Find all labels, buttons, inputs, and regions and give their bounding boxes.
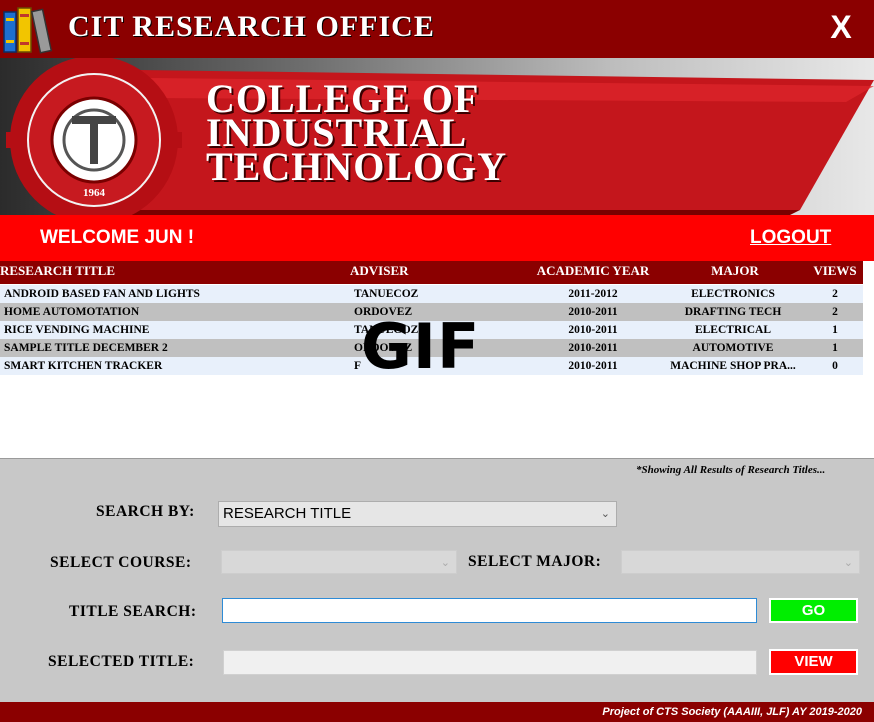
go-button[interactable]: GO — [769, 598, 858, 623]
results-note: *Showing All Results of Research Titles.… — [636, 464, 826, 476]
app-title: CIT RESEARCH OFFICE — [68, 10, 435, 43]
close-icon[interactable]: X — [824, 8, 858, 46]
column-header-title[interactable]: RESEARCH TITLE — [0, 261, 115, 280]
course-select[interactable]: ⌄ — [221, 550, 457, 574]
column-header-major[interactable]: MAJOR — [680, 261, 790, 280]
cell-academic-year: 2010-2011 — [568, 342, 618, 354]
major-select[interactable]: ⌄ — [621, 550, 860, 574]
footer: Project of CTS Society (AAAIII, JLF) AY … — [0, 702, 874, 722]
cell-title: ANDROID BASED FAN AND LIGHTS — [4, 288, 200, 300]
footer-credit: Project of CTS Society (AAAIII, JLF) AY … — [602, 706, 862, 718]
college-name: COLLEGE OF INDUSTRIAL TECHNOLOGY — [206, 79, 508, 189]
cell-adviser: TANUECOZ — [354, 288, 419, 300]
select-course-label: SELECT COURSE: — [50, 554, 192, 571]
books-icon — [3, 7, 53, 54]
title-search-input[interactable] — [222, 598, 757, 623]
search-by-value: RESEARCH TITLE — [223, 505, 352, 522]
cell-academic-year: 2011-2012 — [568, 288, 618, 300]
cell-major: ELECTRICAL — [694, 324, 772, 336]
select-major-label: SELECT MAJOR: — [468, 553, 602, 570]
cell-major: ELECTRONICS — [691, 288, 775, 300]
cell-academic-year: 2010-2011 — [568, 360, 618, 372]
selected-title-label: SELECTED TITLE: — [48, 653, 195, 670]
chevron-down-icon: ⌄ — [440, 557, 450, 569]
cell-adviser: F — [354, 360, 362, 372]
cell-views: 1 — [832, 342, 838, 354]
cell-views: 1 — [832, 324, 838, 336]
cell-title: SMART KITCHEN TRACKER — [4, 360, 163, 372]
title-bar: CIT RESEARCH OFFICE X — [0, 0, 874, 58]
search-by-label: SEARCH BY: — [96, 503, 195, 520]
view-button[interactable]: VIEW — [769, 649, 858, 675]
cell-title: SAMPLE TITLE DECEMBER 2 — [4, 342, 168, 354]
logout-link[interactable]: LOGOUT — [750, 227, 831, 249]
column-header-adviser[interactable]: ADVISER — [350, 261, 409, 280]
seal-year: 1964 — [83, 187, 106, 199]
welcome-text: WELCOME JUN ! — [40, 227, 195, 248]
column-header-academic-year[interactable]: ACADEMIC YEAR — [530, 261, 656, 280]
cell-academic-year: 2010-2011 — [568, 306, 618, 318]
cell-major: AUTOMOTIVE — [692, 342, 774, 354]
column-header-views[interactable]: VIEWS — [808, 261, 862, 280]
selected-title-field[interactable] — [223, 650, 757, 675]
cell-title: HOME AUTOMOTATION — [4, 306, 140, 318]
cell-views: 2 — [832, 306, 838, 318]
cell-academic-year: 2010-2011 — [568, 324, 618, 336]
title-search-label: TITLE SEARCH: — [69, 603, 197, 620]
cell-title: RICE VENDING MACHINE — [4, 324, 150, 336]
search-panel: *Showing All Results of Research Titles.… — [0, 458, 874, 703]
cell-views: 2 — [832, 288, 838, 300]
gif-overlay: GIF — [361, 310, 481, 383]
chevron-down-icon: ⌄ — [843, 557, 853, 569]
cell-major: MACHINE SHOP PRA... — [670, 360, 796, 372]
search-by-select[interactable]: RESEARCH TITLE ⌄ — [218, 501, 617, 527]
table-row[interactable]: ANDROID BASED FAN AND LIGHTS TANUECOZ 2011… — [0, 285, 863, 303]
college-banner: 1964 COLLEGE OF INDUSTRIAL TECHNOLOGY — [0, 58, 874, 215]
table-header: RESEARCH TITLE ADVISER ACADEMIC YEAR MAJ… — [0, 261, 863, 284]
cell-views: 0 — [832, 360, 838, 372]
college-name-line3: TECHNOLOGY — [206, 144, 508, 189]
chevron-down-icon: ⌄ — [600, 508, 610, 520]
welcome-bar: WELCOME JUN ! LOGOUT — [0, 215, 874, 261]
cell-major: DRAFTING TECH — [684, 306, 782, 318]
